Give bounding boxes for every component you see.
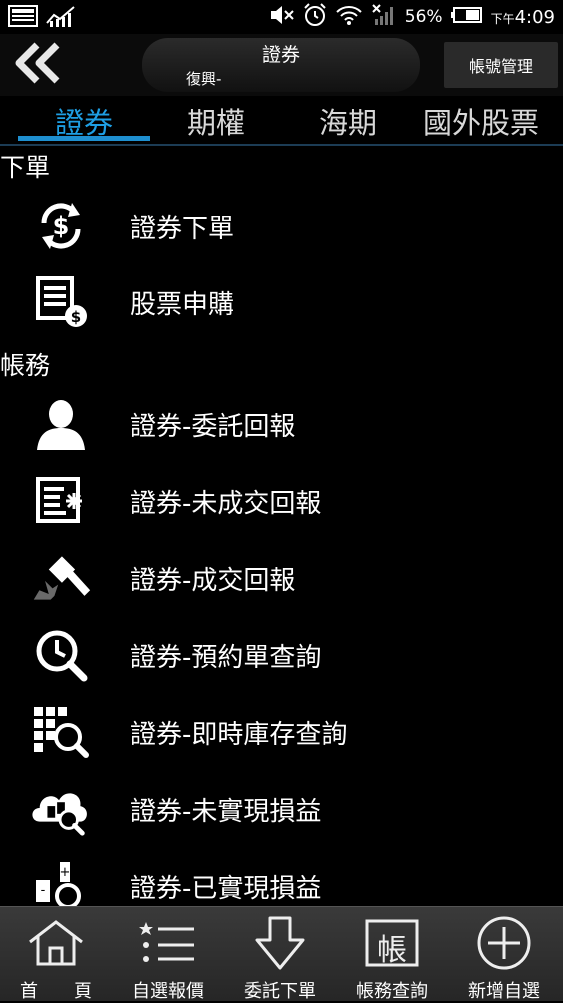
ledger-icon: 帳 [336,915,448,971]
grid-search-icon [30,704,92,760]
stock-app-icon [46,5,76,31]
ledger-icon-text: 帳 [377,933,407,968]
double-chevron-left-icon [13,41,63,89]
nav-place-order[interactable]: 委託下單 [224,907,336,1002]
mute-icon [269,4,295,30]
dollar-cycle-icon: $ [30,198,92,254]
battery-percent: 56% [404,7,443,27]
account-subtitle: 復興- [186,70,222,88]
clock-time: 4:09 [514,6,555,28]
person-icon [30,396,92,452]
nav-account-query[interactable]: 帳 帳務查詢 [336,907,448,1002]
home-icon [0,915,112,971]
list-icon [112,915,224,971]
nav-watchlist[interactable]: 自選報價 [112,907,224,1002]
list-item-label: 證券-委託回報 [130,412,296,442]
document-dollar-icon: $ [30,274,92,330]
document-star-icon [30,473,92,529]
nav-label: 帳務查詢 [356,981,428,1002]
page-title: 證券 [261,44,300,66]
nav-label: 首 頁 [20,981,92,1002]
list-item-label: 證券-即時庫存查詢 [130,720,348,750]
clock-search-icon [30,627,92,683]
arrow-down-icon [224,915,336,971]
tab-securities[interactable]: 證券 [18,100,150,140]
svg-text:+: + [60,865,71,880]
bottom-navigation: 首 頁 自選報價 委託下單 帳 帳務查詢 新增自選 [0,906,563,1002]
svg-text:$: $ [71,308,81,326]
tab-options[interactable]: 期權 [150,100,282,140]
list-item-label: 證券下單 [130,214,235,244]
list-item-order-report[interactable]: 證券-委託回報 [0,388,563,460]
nav-home[interactable]: 首 頁 [0,907,112,1002]
svg-text:$: $ [53,212,70,240]
battery-icon [450,6,483,28]
list-item-label: 股票申購 [130,290,235,320]
list-item-label: 證券-已實現損益 [130,874,322,904]
app-header: 證券 復興- 帳號管理 [0,34,563,96]
status-bar: 56% 下午4:09 [0,0,563,34]
list-item-ipo-subscription[interactable]: $ 股票申購 [0,266,563,338]
nav-label: 自選報價 [132,981,204,1002]
account-management-button[interactable]: 帳號管理 [444,42,558,88]
list-item-stock-order[interactable]: $ 證券下單 [0,190,563,262]
list-item-inventory-query[interactable]: 證券-即時庫存查詢 [0,696,563,768]
list-item-label: 證券-成交回報 [130,566,296,596]
list-item-unrealized-pnl[interactable]: 證券-未實現損益 [0,773,563,845]
back-button[interactable] [8,40,68,90]
list-item-filled-report[interactable]: 證券-成交回報 [0,542,563,614]
tab-overseas-futures[interactable]: 海期 [282,100,414,140]
section-header-accounts: 帳務 [0,351,51,380]
list-item-unfilled-report[interactable]: 證券-未成交回報 [0,465,563,537]
time-prefix: 下午 [490,11,515,26]
nav-label: 新增自選 [468,981,540,1002]
svg-text:-: - [41,883,46,898]
list-item-label: 證券-未成交回報 [130,489,322,519]
tab-foreign-stocks[interactable]: 國外股票 [414,100,548,140]
list-item-reservation-query[interactable]: 證券-預約單查詢 [0,619,563,691]
list-item-label: 證券-未實現損益 [130,797,322,827]
signal-icon [371,3,397,31]
gallery-icon [8,5,38,31]
nav-add-watchlist[interactable]: 新增自選 [448,907,560,1002]
tab-bar: 證券 期權 海期 國外股票 [0,96,563,146]
list-item-label: 證券-預約單查詢 [130,643,322,673]
active-tab-indicator [18,136,150,141]
nav-label: 委託下單 [244,981,316,1002]
cloud-search-icon [30,781,92,837]
title-pill[interactable]: 證券 復興- [142,38,420,92]
plus-circle-icon [448,915,560,971]
alarm-icon [303,3,327,31]
section-header-order: 下單 [0,153,51,182]
gavel-icon [30,550,92,606]
wifi-icon [335,3,363,31]
